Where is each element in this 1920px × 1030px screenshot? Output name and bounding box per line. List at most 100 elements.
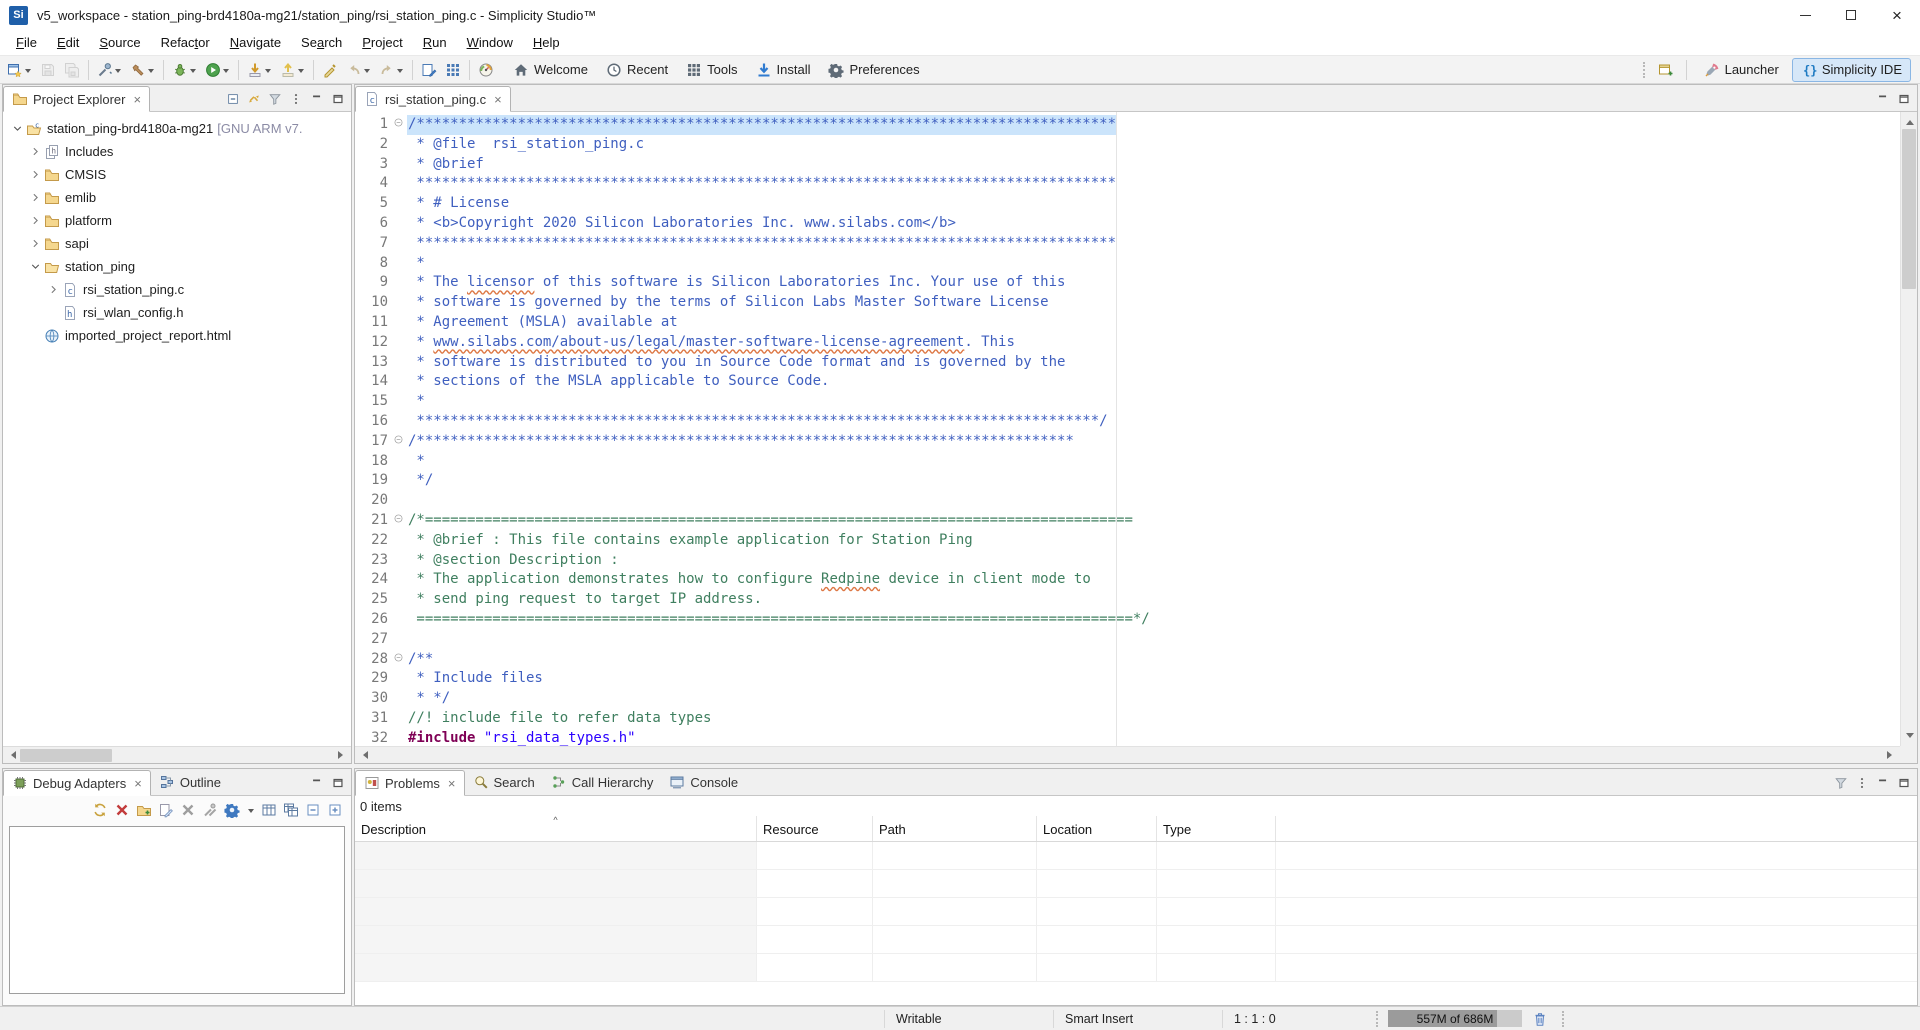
line-number[interactable]: 19 [355,471,393,491]
fold-marker-icon[interactable] [393,511,407,531]
tree-item-CMSIS[interactable]: CMSIS [3,163,351,186]
tree-item-sapi[interactable]: sapi [3,232,351,255]
dropdown-arrow-icon[interactable] [397,69,403,76]
debug-interface-button[interactable] [442,58,464,82]
generate-button[interactable] [94,58,125,82]
dropdown-arrow-icon[interactable] [298,69,304,76]
save-button[interactable] [37,58,59,82]
menu-refactor[interactable]: Refactor [151,32,220,53]
code-line-6[interactable]: 6 * <b>Copyright 2020 Silicon Laboratori… [355,214,1900,234]
new-wizard-button[interactable] [4,58,35,82]
install-button[interactable]: Install [747,58,820,82]
line-number[interactable]: 10 [355,293,393,313]
recent-button[interactable]: Recent [597,58,677,82]
line-number[interactable]: 24 [355,570,393,590]
dropdown-arrow-icon[interactable] [265,69,271,76]
tree-item-rsi_station_ping.c[interactable]: crsi_station_ping.c [3,278,351,301]
bluegear-button[interactable] [224,802,240,818]
line-number[interactable]: 5 [355,194,393,214]
table-row[interactable] [355,954,1917,982]
menu-search[interactable]: Search [291,32,352,53]
tree-item-station_ping[interactable]: station_ping [3,255,351,278]
scroll-left-icon[interactable] [3,747,20,764]
code-line-27[interactable]: 27 [355,630,1900,650]
scroll-left-icon[interactable] [355,747,372,764]
line-number[interactable]: 12 [355,333,393,353]
winmin-icon[interactable] [1876,92,1890,106]
code-line-4[interactable]: 4 **************************************… [355,174,1900,194]
tableicon-button[interactable] [261,802,277,818]
code-line-10[interactable]: 10 * software is governed by the terms o… [355,293,1900,313]
collapse2-button[interactable] [305,802,321,818]
code-line-19[interactable]: 19 */ [355,471,1900,491]
scrollbar-thumb[interactable] [1902,129,1916,289]
energy-profiler-button[interactable] [475,58,497,82]
chevron-right-icon[interactable] [27,214,44,227]
editor-hscrollbar[interactable] [355,746,1900,763]
maximize-button[interactable] [1828,0,1874,30]
dots-icon[interactable] [1855,776,1869,790]
line-number[interactable]: 25 [355,590,393,610]
funnel-icon[interactable] [1834,776,1848,790]
dropdown-arrow-icon[interactable] [248,809,254,816]
scrollbar-thumb[interactable] [20,749,112,762]
line-number[interactable]: 3 [355,155,393,175]
dropdown-arrow-icon[interactable] [223,69,229,76]
line-number[interactable]: 31 [355,709,393,729]
debug-button[interactable] [169,58,200,82]
linkeditor-icon[interactable] [247,92,261,106]
dropdown-arrow-icon[interactable] [190,69,196,76]
winmax-icon[interactable] [1897,776,1911,790]
line-number[interactable]: 7 [355,234,393,254]
scroll-down-icon[interactable] [1901,729,1918,746]
open-perspective-button[interactable] [1655,58,1677,82]
line-number[interactable]: 4 [355,174,393,194]
scroll-right-icon[interactable] [334,747,351,764]
flash-upload-button[interactable] [277,58,308,82]
code-line-16[interactable]: 16 *************************************… [355,412,1900,432]
menu-navigate[interactable]: Navigate [220,32,291,53]
tab-call-hierarchy[interactable]: Call Hierarchy [543,769,662,795]
close-tab-icon[interactable]: × [494,92,502,107]
table-row[interactable] [355,842,1917,870]
tree-item-platform[interactable]: platform [3,209,351,232]
code-line-3[interactable]: 3 * @brief [355,155,1900,175]
code-line-12[interactable]: 12 * www.silabs.com/about-us/legal/maste… [355,333,1900,353]
chevron-right-icon[interactable] [27,237,44,250]
line-number[interactable]: 18 [355,452,393,472]
column-header-path[interactable]: Path [873,816,1037,841]
code-line-14[interactable]: 14 * sections of the MSLA applicable to … [355,372,1900,392]
code-line-23[interactable]: 23 * @section Description : [355,551,1900,571]
flash-programmer-button[interactable] [244,58,275,82]
menu-edit[interactable]: Edit [47,32,89,53]
code-line-28[interactable]: 28/** [355,650,1900,670]
code-line-32[interactable]: 32#include "rsi_data_types.h" [355,729,1900,746]
tree-item-station_ping-brd4180a-mg21[interactable]: cstation_ping-brd4180a-mg21[GNU ARM v7. [3,117,351,140]
close-tab-icon[interactable]: × [133,92,141,107]
collapseall-icon[interactable] [226,92,240,106]
minimize-button[interactable] [1782,0,1828,30]
redx-button[interactable] [114,802,130,818]
code-line-7[interactable]: 7 **************************************… [355,234,1900,254]
tab-debug-adapters[interactable]: Debug Adapters× [3,770,151,796]
tablecopy-button[interactable] [283,802,299,818]
tab-problems[interactable]: Problems× [355,770,465,796]
code-line-22[interactable]: 22 * @brief : This file contains example… [355,531,1900,551]
chevron-right-icon[interactable] [27,191,44,204]
tools-button[interactable]: Tools [677,58,746,82]
code-line-1[interactable]: 1/**************************************… [355,115,1900,135]
menu-project[interactable]: Project [352,32,412,53]
line-number[interactable]: 27 [355,630,393,650]
scroll-up-icon[interactable] [1901,112,1918,129]
back-button[interactable] [343,58,374,82]
line-number[interactable]: 30 [355,689,393,709]
winmax-icon[interactable] [1897,92,1911,106]
tab-search[interactable]: Search [465,769,543,795]
chevron-down-icon[interactable] [27,260,44,273]
dropdown-arrow-icon[interactable] [364,69,370,76]
chevron-right-icon[interactable] [27,168,44,181]
code-line-5[interactable]: 5 * # License [355,194,1900,214]
fold-marker-icon[interactable] [393,432,407,452]
line-number[interactable]: 8 [355,254,393,274]
code-line-29[interactable]: 29 * Include files [355,669,1900,689]
